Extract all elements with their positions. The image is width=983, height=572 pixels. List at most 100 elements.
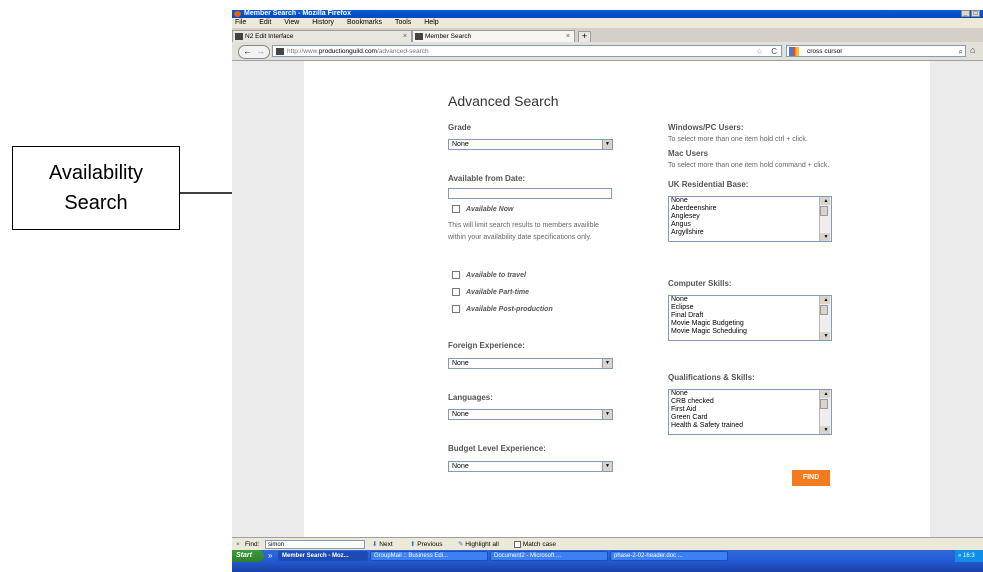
- list-option[interactable]: Argyllshire: [669, 229, 831, 237]
- maximize-button[interactable]: □: [971, 10, 980, 17]
- scroll-thumb[interactable]: [820, 305, 828, 315]
- grade-label: Grade: [448, 123, 472, 132]
- tab-member-search[interactable]: Member Search ×: [412, 30, 575, 42]
- quick-launch-chevron-icon[interactable]: »: [268, 551, 272, 561]
- available-from-label: Available from Date:: [448, 174, 526, 183]
- search-input[interactable]: cross cursor: [807, 46, 842, 58]
- find-button[interactable]: FIND: [792, 470, 830, 486]
- scroll-down-icon[interactable]: ▼: [820, 332, 830, 340]
- budget-level-select[interactable]: None ▼: [448, 461, 613, 472]
- list-option[interactable]: Angus: [669, 221, 831, 229]
- taskbar-item-member-search[interactable]: Member Search - Moz...: [278, 551, 368, 561]
- minimize-button[interactable]: _: [961, 10, 970, 17]
- system-tray-clock: « 16:3: [955, 550, 983, 562]
- firefox-icon: [234, 11, 241, 17]
- list-option[interactable]: Movie Magic Budgeting: [669, 320, 831, 328]
- scroll-up-icon[interactable]: ▲: [820, 197, 830, 205]
- list-option[interactable]: Final Draft: [669, 312, 831, 320]
- taskbar-item-document2[interactable]: Document2 - Microsoft ...: [490, 551, 608, 561]
- mac-users-hint: To select more than one item hold comman…: [668, 162, 830, 169]
- menu-view[interactable]: View: [284, 19, 299, 26]
- google-icon[interactable]: [789, 47, 799, 56]
- computer-skills-label: Computer Skills:: [668, 279, 732, 288]
- windows-users-label: Windows/PC Users:: [668, 123, 744, 132]
- scroll-up-icon[interactable]: ▲: [820, 296, 830, 304]
- taskbar: Start » Member Search - Moz... GroupMail…: [232, 550, 983, 572]
- find-input[interactable]: simon: [265, 540, 365, 549]
- grade-select[interactable]: None ▼: [448, 139, 613, 150]
- annotation-box: Availability Search: [12, 146, 180, 230]
- menu-bar: File Edit View History Bookmarks Tools H…: [232, 18, 983, 28]
- start-button[interactable]: Start: [232, 550, 264, 562]
- bookmark-star-icon[interactable]: ☆: [756, 46, 763, 58]
- checkbox-box[interactable]: [452, 205, 460, 213]
- scroll-down-icon[interactable]: ▼: [820, 233, 830, 241]
- qualifications-label: Qualifications & Skills:: [668, 373, 755, 382]
- checkbox-box[interactable]: [452, 271, 460, 279]
- available-from-date-input[interactable]: [448, 188, 612, 199]
- scrollbar[interactable]: ▲ ▼: [819, 197, 831, 241]
- list-option[interactable]: Movie Magic Scheduling: [669, 328, 831, 336]
- menu-file[interactable]: File: [235, 19, 246, 26]
- taskbar-item-groupmail[interactable]: GroupMail :: Business Edi...: [370, 551, 488, 561]
- menu-help[interactable]: Help: [424, 19, 438, 26]
- qualifications-listbox[interactable]: None CRB checked First Aid Green Card He…: [668, 389, 832, 435]
- list-option[interactable]: First Aid: [669, 406, 831, 414]
- scroll-down-icon[interactable]: ▼: [820, 426, 830, 434]
- title-bar: Member Search - Mozilla Firefox _ □: [232, 10, 983, 18]
- computer-skills-listbox[interactable]: None Eclipse Final Draft Movie Magic Bud…: [668, 295, 832, 341]
- arrow-down-icon: ⬇: [372, 541, 378, 548]
- scrollbar[interactable]: ▲ ▼: [819, 296, 831, 340]
- menu-bookmarks[interactable]: Bookmarks: [347, 19, 382, 26]
- available-post-production-checkbox[interactable]: Available Post-production: [452, 305, 553, 313]
- checkbox-box[interactable]: [514, 540, 521, 548]
- checkbox-label: Available Post-production: [466, 305, 553, 313]
- list-option[interactable]: None: [669, 197, 831, 205]
- languages-value: None: [452, 411, 469, 418]
- back-arrow-icon[interactable]: ←: [243, 46, 252, 57]
- list-option[interactable]: None: [669, 390, 831, 398]
- scroll-thumb[interactable]: [820, 399, 828, 409]
- search-icon[interactable]: ⌕: [959, 46, 963, 58]
- close-tab-icon[interactable]: ×: [403, 31, 407, 42]
- scrollbar[interactable]: ▲ ▼: [819, 390, 831, 434]
- uk-residential-listbox[interactable]: None Aberdeenshire Anglesey Angus Argyll…: [668, 196, 832, 242]
- close-tab-icon[interactable]: ×: [566, 31, 570, 42]
- page-title: Advanced Search: [448, 93, 559, 109]
- home-icon[interactable]: ⌂: [970, 45, 975, 55]
- tab-n2-edit-interface[interactable]: N2 Edit Interface ×: [232, 30, 412, 42]
- list-option[interactable]: Green Card: [669, 414, 831, 422]
- browser-window: Member Search - Mozilla Firefox _ □ File…: [232, 10, 983, 572]
- checkbox-box[interactable]: [452, 305, 460, 313]
- scroll-thumb[interactable]: [820, 206, 828, 216]
- list-option[interactable]: Anglesey: [669, 213, 831, 221]
- available-part-time-checkbox[interactable]: Available Part-time: [452, 288, 529, 296]
- menu-tools[interactable]: Tools: [395, 19, 411, 26]
- page-content: Advanced Search Grade None ▼ Available f…: [304, 61, 930, 537]
- taskbar-item-phase-header[interactable]: phase-2-02-header.doc ...: [610, 551, 728, 561]
- forward-arrow-icon[interactable]: →: [256, 46, 265, 57]
- foreign-experience-select[interactable]: None ▼: [448, 358, 613, 369]
- menu-edit[interactable]: Edit: [259, 19, 271, 26]
- budget-level-value: None: [452, 463, 469, 470]
- grade-value: None: [452, 141, 469, 148]
- foreign-experience-label: Foreign Experience:: [448, 341, 525, 350]
- list-option[interactable]: None: [669, 296, 831, 304]
- reload-icon[interactable]: C: [771, 46, 777, 58]
- checkbox-box[interactable]: [452, 288, 460, 296]
- tab-bar: N2 Edit Interface × Member Search × +: [232, 28, 983, 43]
- menu-history[interactable]: History: [312, 19, 334, 26]
- scroll-up-icon[interactable]: ▲: [820, 390, 830, 398]
- list-option[interactable]: Aberdeenshire: [669, 205, 831, 213]
- list-option[interactable]: Eclipse: [669, 304, 831, 312]
- find-bar: × Find: simon ⬇ Next ⬆ Previous ✎ Highli…: [232, 537, 983, 551]
- search-bar[interactable]: cross cursor ⌕: [786, 45, 966, 57]
- available-now-checkbox[interactable]: Available Now: [452, 205, 513, 213]
- list-option[interactable]: CRB checked: [669, 398, 831, 406]
- url-bar[interactable]: http://www.productionguild.com/advanced-…: [272, 45, 782, 57]
- languages-select[interactable]: None ▼: [448, 409, 613, 420]
- available-to-travel-checkbox[interactable]: Available to travel: [452, 271, 526, 279]
- list-option[interactable]: Health & Safety trained: [669, 422, 831, 430]
- tab-label: Member Search: [425, 33, 472, 40]
- languages-label: Languages:: [448, 393, 493, 402]
